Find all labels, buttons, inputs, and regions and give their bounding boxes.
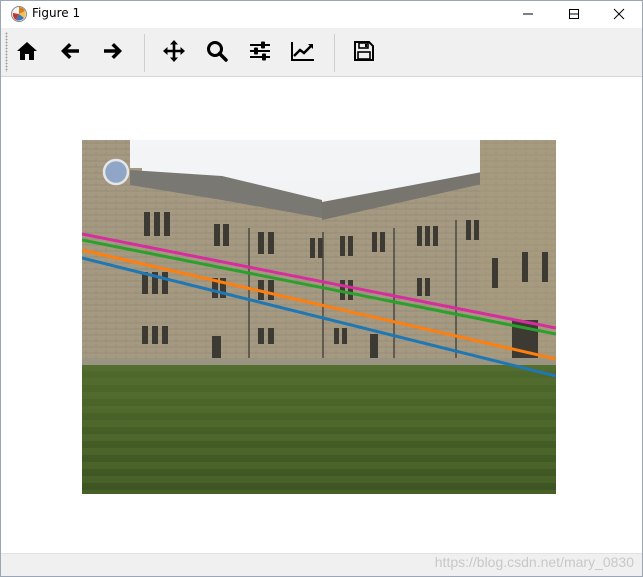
zoom-button[interactable] [200,36,234,70]
pan-button[interactable] [157,36,191,70]
floppy-disk-icon [354,41,374,65]
forward-button[interactable] [96,36,130,70]
toolbar-grip[interactable] [5,32,8,72]
title-bar[interactable]: Figure 1 [1,1,642,27]
window-title: Figure 1 [32,6,81,20]
configure-subplots-button[interactable] [243,36,277,70]
magnifier-icon [206,40,228,66]
save-button[interactable] [347,36,381,70]
toolbar-separator [334,34,335,72]
navigation-toolbar [1,28,642,77]
arrow-right-icon [103,41,123,65]
arrow-left-icon [60,41,80,65]
close-button[interactable] [596,1,642,27]
back-button[interactable] [53,36,87,70]
move-icon [163,40,185,66]
figure-canvas[interactable] [1,77,642,553]
status-bar: https://blog.csdn.net/mary_0830 [1,553,642,576]
minimize-button-area[interactable] [505,1,551,27]
home-icon [16,41,38,65]
watermark-text: https://blog.csdn.net/mary_0830 [434,554,634,570]
sliders-icon [249,41,271,65]
matplotlib-app-icon [10,5,28,23]
minimize-icon [522,5,534,24]
close-icon [613,5,625,24]
toolbar-separator [144,34,145,72]
figure-window: Figure 1 https://blog.csdn.net/mary_0830 [0,0,643,577]
home-button[interactable] [10,36,44,70]
maximize-icon [568,5,580,24]
quad-photo-image [82,140,556,494]
trend-chart-icon [291,41,315,65]
maximize-button[interactable] [551,1,597,27]
edit-axes-button[interactable] [286,36,320,70]
